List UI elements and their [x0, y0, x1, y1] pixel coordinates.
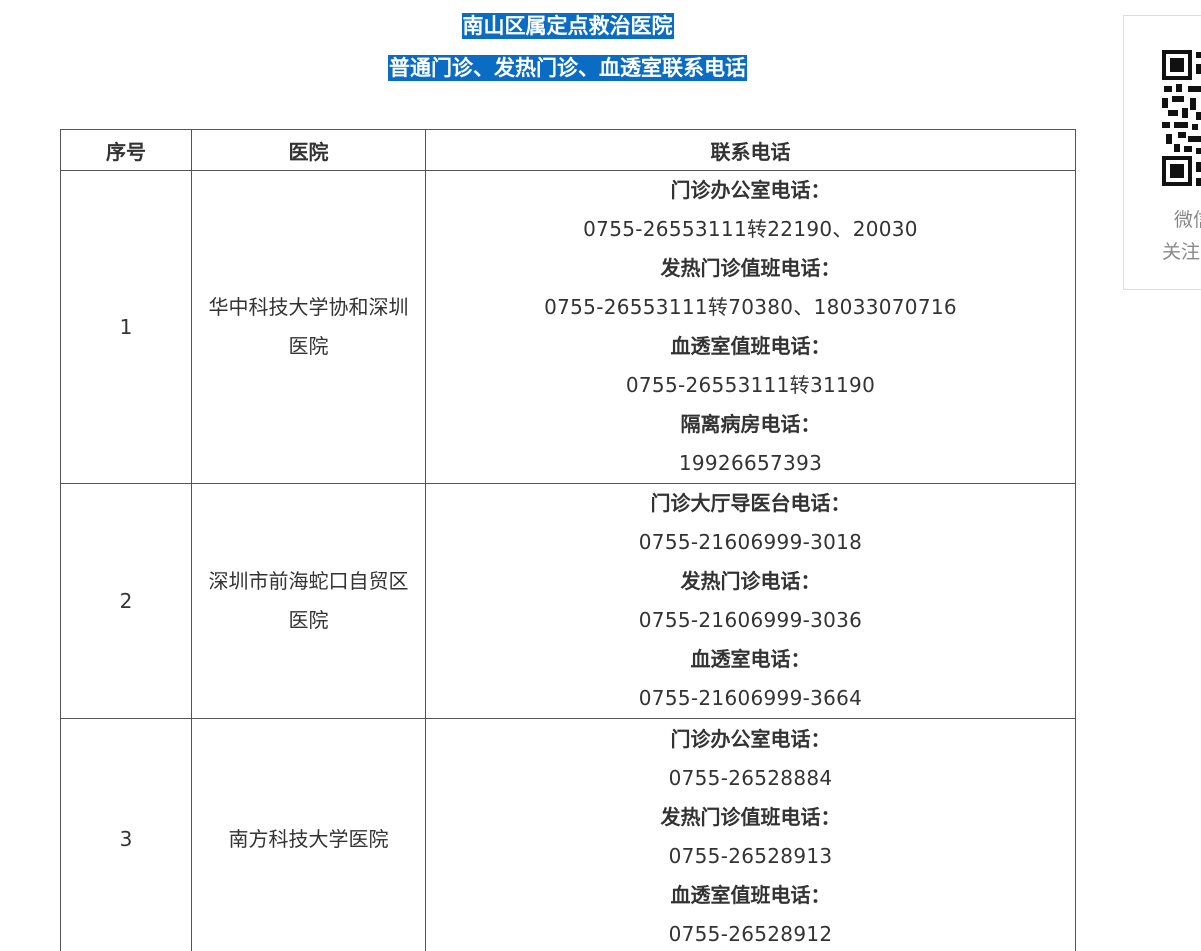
phone-value: 0755-26528884	[668, 766, 833, 790]
row-num: 2	[60, 483, 192, 719]
page-subtitle: 普通门诊、发热门诊、血透室联系电话	[388, 55, 747, 81]
phone-value: 0755-21606999-3018	[638, 530, 863, 554]
title-block: 南山区属定点救治医院 普通门诊、发热门诊、血透室联系电话	[60, 12, 1075, 82]
phone-label: 门诊大厅导医台电话：	[650, 491, 851, 515]
page-title: 南山区属定点救治医院	[461, 13, 674, 39]
phone-label: 血透室电话：	[690, 647, 811, 671]
table-row: 1 华中科技大学协和深圳医院 门诊办公室电话： 0755-26553111转22…	[60, 170, 1076, 484]
phone-value: 0755-26553111转31190	[625, 373, 876, 397]
qr-caption-line1: 微信	[1174, 209, 1201, 231]
row-num: 3	[60, 718, 192, 951]
hospital-name: 深圳市前海蛇口自贸区医院	[208, 569, 409, 632]
phone-label: 门诊办公室电话：	[670, 178, 831, 202]
phone-label: 血透室值班电话：	[670, 883, 831, 907]
phone-label: 隔离病房电话：	[680, 412, 821, 436]
phone-cell: 门诊办公室电话： 0755-26528884 发热门诊值班电话： 0755-26…	[425, 718, 1076, 951]
hospital-name-cell: 华中科技大学协和深圳医院	[191, 170, 426, 484]
header-num: 序号	[60, 129, 192, 171]
phone-cell: 门诊大厅导医台电话： 0755-21606999-3018 发热门诊电话： 07…	[425, 483, 1076, 719]
phone-value: 0755-21606999-3036	[638, 608, 863, 632]
phone-value: 0755-26528912	[668, 922, 833, 946]
phone-value: 0755-26553111转70380、18033070716	[544, 295, 957, 319]
phone-value: 0755-21606999-3664	[638, 686, 863, 710]
phone-label: 血透室值班电话：	[670, 334, 831, 358]
phone-label: 发热门诊电话：	[680, 569, 821, 593]
page: 南山区属定点救治医院 普通门诊、发热门诊、血透室联系电话 序号 医院 联系电话 …	[0, 0, 1201, 951]
phone-cell: 门诊办公室电话： 0755-26553111转22190、20030 发热门诊值…	[425, 170, 1076, 484]
qr-code-panel: 微信 关注	[1123, 15, 1201, 290]
phone-value: 19926657393	[678, 451, 823, 475]
hospital-name-cell: 深圳市前海蛇口自贸区医院	[191, 483, 426, 719]
table-row: 2 深圳市前海蛇口自贸区医院 门诊大厅导医台电话： 0755-21606999-…	[60, 483, 1076, 719]
row-num: 1	[60, 170, 192, 484]
phone-label: 发热门诊值班电话：	[660, 805, 841, 829]
header-phone: 联系电话	[425, 129, 1076, 171]
qr-caption-line2: 关注	[1162, 241, 1201, 263]
table-header-row: 序号 医院 联系电话	[60, 129, 1076, 171]
phone-label: 门诊办公室电话：	[670, 727, 831, 751]
phone-label: 发热门诊值班电话：	[660, 256, 841, 280]
phone-value: 0755-26528913	[668, 844, 833, 868]
qr-caption: 微信 关注	[1162, 204, 1201, 268]
table-row: 3 南方科技大学医院 门诊办公室电话： 0755-26528884 发热门诊值班…	[60, 718, 1076, 951]
header-hospital: 医院	[191, 129, 426, 171]
contacts-table: 序号 医院 联系电话 1 华中科技大学协和深圳医院 门诊办公室电话： 0755-…	[60, 129, 1076, 951]
phone-value: 0755-26553111转22190、20030	[583, 217, 918, 241]
hospital-name-cell: 南方科技大学医院	[191, 718, 426, 951]
hospital-name: 南方科技大学医院	[228, 826, 389, 851]
hospital-name: 华中科技大学协和深圳医院	[208, 295, 409, 358]
qr-code-icon	[1162, 50, 1201, 186]
